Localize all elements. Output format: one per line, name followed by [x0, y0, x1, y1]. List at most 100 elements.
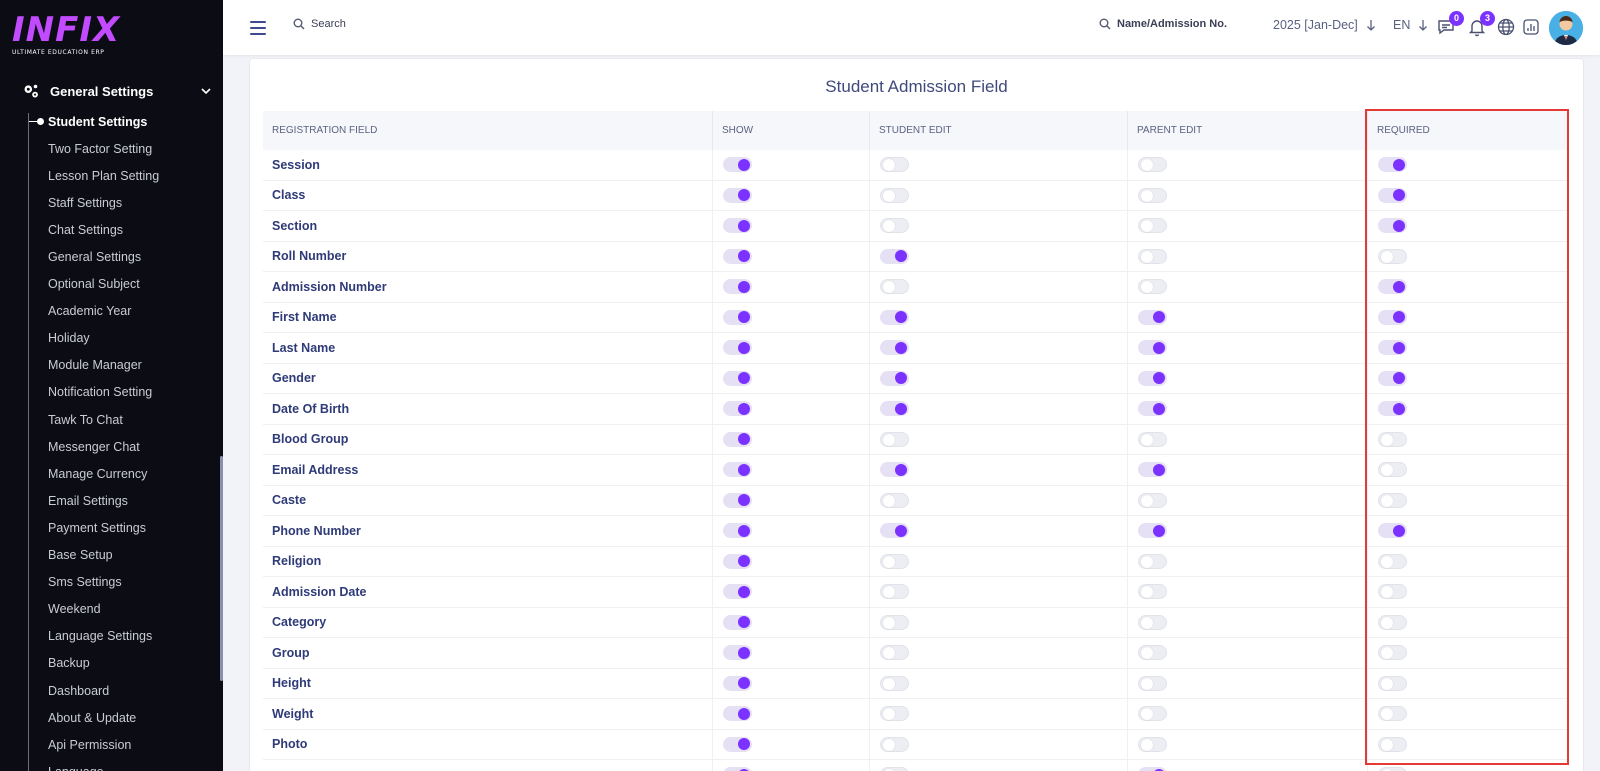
- required-toggle[interactable]: [1378, 248, 1407, 264]
- parent-edit-toggle[interactable]: [1138, 706, 1167, 722]
- sidebar-item[interactable]: Sms Settings: [0, 569, 223, 596]
- sidebar-item[interactable]: Manage Currency: [0, 460, 223, 487]
- sidebar-item[interactable]: Lesson Plan Setting: [0, 162, 223, 189]
- student-edit-toggle[interactable]: [880, 218, 909, 234]
- sidebar-item[interactable]: Two Factor Setting: [0, 135, 223, 162]
- show-toggle[interactable]: [723, 584, 752, 600]
- student-edit-toggle[interactable]: [880, 309, 909, 325]
- show-toggle[interactable]: [723, 248, 752, 264]
- sidebar-item[interactable]: Language: [0, 758, 223, 771]
- parent-edit-toggle[interactable]: [1138, 523, 1167, 539]
- sidebar-item[interactable]: Dashboard: [0, 677, 223, 704]
- required-toggle[interactable]: [1378, 584, 1407, 600]
- required-toggle[interactable]: [1378, 675, 1407, 691]
- menu-toggle-icon[interactable]: [250, 21, 266, 35]
- sidebar-item[interactable]: Weekend: [0, 596, 223, 623]
- parent-edit-toggle[interactable]: [1138, 553, 1167, 569]
- sidebar-item[interactable]: Base Setup: [0, 542, 223, 569]
- sidebar-item[interactable]: Staff Settings: [0, 189, 223, 216]
- parent-edit-toggle[interactable]: [1138, 309, 1167, 325]
- required-toggle[interactable]: [1378, 157, 1407, 173]
- show-toggle[interactable]: [723, 309, 752, 325]
- sidebar-item[interactable]: Optional Subject: [0, 271, 223, 298]
- student-edit-toggle[interactable]: [880, 157, 909, 173]
- sidebar-item[interactable]: Holiday: [0, 325, 223, 352]
- show-toggle[interactable]: [723, 675, 752, 691]
- show-toggle[interactable]: [723, 157, 752, 173]
- student-edit-toggle[interactable]: [880, 492, 909, 508]
- parent-edit-toggle[interactable]: [1138, 736, 1167, 752]
- show-toggle[interactable]: [723, 431, 752, 447]
- required-toggle[interactable]: [1378, 614, 1407, 630]
- required-toggle[interactable]: [1378, 370, 1407, 386]
- student-edit-toggle[interactable]: [880, 370, 909, 386]
- parent-edit-toggle[interactable]: [1138, 370, 1167, 386]
- student-edit-toggle[interactable]: [880, 340, 909, 356]
- sidebar-item[interactable]: Api Permission: [0, 731, 223, 758]
- show-toggle[interactable]: [723, 401, 752, 417]
- sidebar-item[interactable]: Payment Settings: [0, 514, 223, 541]
- sidebar-item[interactable]: Module Manager: [0, 352, 223, 379]
- parent-edit-toggle[interactable]: [1138, 492, 1167, 508]
- sidebar-item[interactable]: Backup: [0, 650, 223, 677]
- report-button[interactable]: [1521, 17, 1541, 37]
- show-toggle[interactable]: [723, 614, 752, 630]
- required-toggle[interactable]: [1378, 523, 1407, 539]
- student-edit-toggle[interactable]: [880, 614, 909, 630]
- show-toggle[interactable]: [723, 553, 752, 569]
- show-toggle[interactable]: [723, 187, 752, 203]
- parent-edit-toggle[interactable]: [1138, 767, 1167, 771]
- required-toggle[interactable]: [1378, 401, 1407, 417]
- parent-edit-toggle[interactable]: [1138, 462, 1167, 478]
- student-edit-toggle[interactable]: [880, 767, 909, 771]
- sidebar-item[interactable]: Language Settings: [0, 623, 223, 650]
- student-edit-toggle[interactable]: [880, 675, 909, 691]
- sidebar-item[interactable]: About & Update: [0, 704, 223, 731]
- parent-edit-toggle[interactable]: [1138, 675, 1167, 691]
- required-toggle[interactable]: [1378, 462, 1407, 478]
- required-toggle[interactable]: [1378, 309, 1407, 325]
- sidebar-item[interactable]: Notification Setting: [0, 379, 223, 406]
- show-toggle[interactable]: [723, 462, 752, 478]
- required-toggle[interactable]: [1378, 340, 1407, 356]
- show-toggle[interactable]: [723, 218, 752, 234]
- show-toggle[interactable]: [723, 340, 752, 356]
- admission-search[interactable]: Name/Admission No.: [1099, 18, 1227, 30]
- student-edit-toggle[interactable]: [880, 736, 909, 752]
- show-toggle[interactable]: [723, 767, 752, 771]
- show-toggle[interactable]: [723, 706, 752, 722]
- website-button[interactable]: [1496, 17, 1516, 37]
- required-toggle[interactable]: [1378, 553, 1407, 569]
- language-select[interactable]: EN: [1393, 18, 1428, 32]
- required-toggle[interactable]: [1378, 706, 1407, 722]
- required-toggle[interactable]: [1378, 767, 1407, 771]
- parent-edit-toggle[interactable]: [1138, 248, 1167, 264]
- required-toggle[interactable]: [1378, 187, 1407, 203]
- required-toggle[interactable]: [1378, 492, 1407, 508]
- student-edit-toggle[interactable]: [880, 584, 909, 600]
- user-avatar[interactable]: [1549, 11, 1583, 45]
- sidebar-group-general-settings[interactable]: General Settings: [22, 80, 212, 102]
- student-edit-toggle[interactable]: [880, 279, 909, 295]
- required-toggle[interactable]: [1378, 736, 1407, 752]
- parent-edit-toggle[interactable]: [1138, 187, 1167, 203]
- global-search[interactable]: Search: [293, 18, 346, 30]
- show-toggle[interactable]: [723, 523, 752, 539]
- parent-edit-toggle[interactable]: [1138, 157, 1167, 173]
- sidebar-item[interactable]: Email Settings: [0, 487, 223, 514]
- parent-edit-toggle[interactable]: [1138, 645, 1167, 661]
- required-toggle[interactable]: [1378, 431, 1407, 447]
- sidebar-scrollbar[interactable]: [220, 456, 223, 681]
- sidebar-item[interactable]: Chat Settings: [0, 216, 223, 243]
- student-edit-toggle[interactable]: [880, 523, 909, 539]
- sidebar-item[interactable]: Student Settings: [0, 108, 223, 135]
- student-edit-toggle[interactable]: [880, 401, 909, 417]
- student-edit-toggle[interactable]: [880, 462, 909, 478]
- parent-edit-toggle[interactable]: [1138, 401, 1167, 417]
- chat-button[interactable]: 0: [1436, 11, 1464, 37]
- sidebar-item[interactable]: Tawk To Chat: [0, 406, 223, 433]
- student-edit-toggle[interactable]: [880, 431, 909, 447]
- parent-edit-toggle[interactable]: [1138, 614, 1167, 630]
- parent-edit-toggle[interactable]: [1138, 279, 1167, 295]
- sidebar-item[interactable]: Messenger Chat: [0, 433, 223, 460]
